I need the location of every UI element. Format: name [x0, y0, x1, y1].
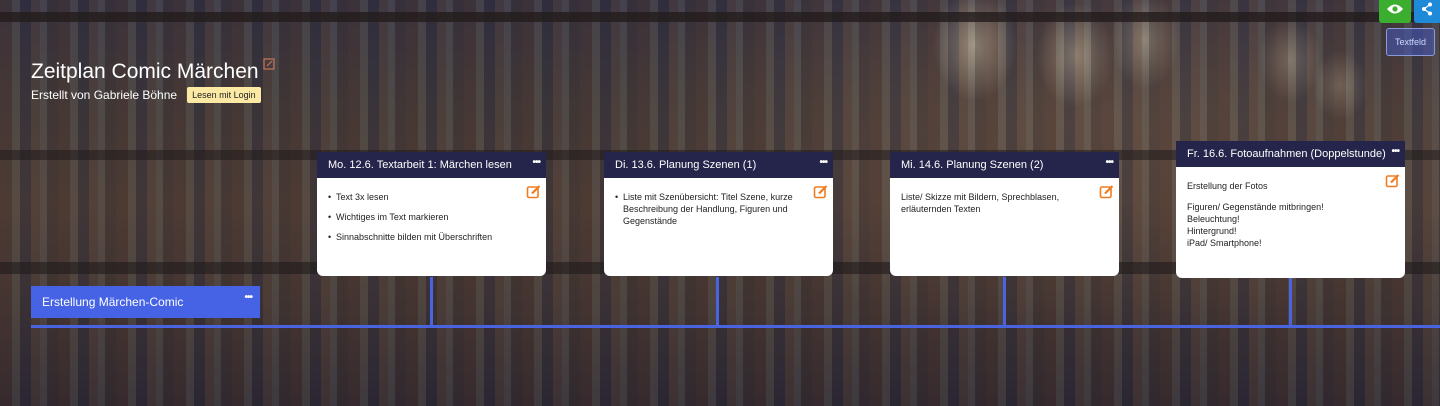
- card-list: Liste mit Szenübersicht: Titel Szene, ku…: [615, 191, 803, 227]
- card-text: Liste/ Skizze mit Bildern, Sprechblasen,…: [901, 192, 1060, 214]
- list-item: Wichtiges im Text markieren: [328, 211, 516, 223]
- card-menu-button[interactable]: •••: [819, 157, 827, 168]
- card-body: Liste/ Skizze mit Bildern, Sprechblasen,…: [890, 178, 1119, 276]
- timeline-card-3[interactable]: Mi. 14.6. Planung Szenen (2) ••• Liste/ …: [890, 152, 1119, 276]
- card-menu-button[interactable]: •••: [1105, 157, 1113, 168]
- eye-icon: [1387, 4, 1403, 14]
- timeline-header: Zeitplan Comic Märchen Erstellt von Gabr…: [31, 58, 275, 103]
- main-node-label: Erstellung Märchen-Comic: [42, 295, 184, 309]
- timeline-connector: [1003, 277, 1006, 327]
- timeline-card-1[interactable]: Mo. 12.6. Textarbeit 1: Märchen lesen ••…: [317, 152, 546, 276]
- timeline-card-2[interactable]: Di. 13.6. Planung Szenen (1) ••• Liste m…: [604, 152, 833, 276]
- timeline-connector: [430, 277, 433, 327]
- card-title: Di. 13.6. Planung Szenen (1): [615, 159, 757, 171]
- card-header: Di. 13.6. Planung Szenen (1) •••: [604, 152, 833, 178]
- card-line: Hintergrund!: [1187, 226, 1237, 236]
- edit-icon[interactable]: [1385, 173, 1400, 188]
- share-icon: [1422, 2, 1432, 16]
- login-badge-button[interactable]: Lesen mit Login: [187, 87, 261, 103]
- timeline-connector: [1289, 277, 1292, 327]
- card-header: Fr. 16.6. Fotoaufnahmen (Doppelstunde) •…: [1176, 141, 1405, 167]
- card-list: Text 3x lesen Wichtiges im Text markiere…: [328, 191, 516, 243]
- card-line: iPad/ Smartphone!: [1187, 238, 1262, 248]
- timeline-axis: [31, 325, 1440, 328]
- card-title: Mo. 12.6. Textarbeit 1: Märchen lesen: [328, 159, 512, 171]
- textfeld-button[interactable]: Textfeld: [1386, 28, 1435, 56]
- card-title: Fr. 16.6. Fotoaufnahmen (Doppelstunde): [1187, 148, 1386, 160]
- view-button[interactable]: [1379, 0, 1411, 23]
- edit-icon[interactable]: [526, 184, 541, 199]
- share-button[interactable]: [1414, 0, 1440, 23]
- edit-icon[interactable]: [813, 184, 828, 199]
- main-timeline-node[interactable]: Erstellung Märchen-Comic •••: [31, 286, 260, 318]
- edit-icon[interactable]: [1099, 184, 1114, 199]
- list-item: Text 3x lesen: [328, 191, 516, 203]
- card-body: Text 3x lesen Wichtiges im Text markiere…: [317, 178, 546, 276]
- author-line: Erstellt von Gabriele Böhne: [31, 88, 178, 102]
- card-line: Figuren/ Gegenstände mitbringen!: [1187, 202, 1324, 212]
- list-item: Sinnabschnitte bilden mit Überschriften: [328, 231, 516, 243]
- timeline-connector: [716, 277, 719, 327]
- edit-title-icon[interactable]: [263, 58, 275, 70]
- card-title: Mi. 14.6. Planung Szenen (2): [901, 159, 1044, 171]
- timeline-card-4[interactable]: Fr. 16.6. Fotoaufnahmen (Doppelstunde) •…: [1176, 141, 1405, 278]
- card-header: Mo. 12.6. Textarbeit 1: Märchen lesen ••…: [317, 152, 546, 178]
- card-body: Erstellung der Fotos Figuren/ Gegenständ…: [1176, 167, 1405, 278]
- page-title: Zeitplan Comic Märchen: [31, 60, 259, 83]
- card-body: Liste mit Szenübersicht: Titel Szene, ku…: [604, 178, 833, 276]
- card-intro: Erstellung der Fotos: [1187, 181, 1268, 191]
- list-item: Liste mit Szenübersicht: Titel Szene, ku…: [615, 191, 803, 227]
- card-menu-button[interactable]: •••: [532, 157, 540, 168]
- card-menu-button[interactable]: •••: [1391, 146, 1399, 157]
- main-node-menu-button[interactable]: •••: [244, 292, 252, 303]
- card-line: Beleuchtung!: [1187, 214, 1240, 224]
- card-header: Mi. 14.6. Planung Szenen (2) •••: [890, 152, 1119, 178]
